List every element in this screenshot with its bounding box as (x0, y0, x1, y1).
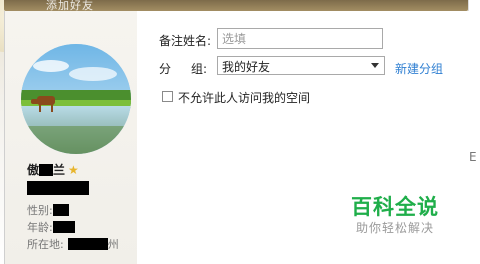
background-window-text: E (469, 150, 477, 164)
watermark-title: 百科全说 (351, 195, 439, 219)
watermark-logo: 百科全说 助你轻松解决 (337, 181, 455, 239)
group-label-char2: 组: (191, 62, 208, 76)
remark-name-input[interactable] (217, 28, 383, 49)
gender-label: 性别: (27, 204, 53, 217)
nickname-start: 傲 (27, 163, 40, 177)
location-end: 州 (107, 238, 119, 251)
settings-panel: 备注姓名: 分 组: 我的好友 新建分组 不允许此人访问我的空间 百科全说 助你… (137, 11, 469, 264)
age-row: 年龄: (27, 219, 75, 235)
location-row: 所在地: 州 (27, 236, 119, 252)
account-id-redacted (27, 181, 89, 195)
redaction-block (52, 221, 75, 233)
gender-row: 性别: (27, 202, 69, 218)
privacy-checkbox-label[interactable]: 不允许此人访问我的空间 (178, 89, 310, 106)
remark-name-label: 备注姓名: (159, 34, 212, 48)
group-select[interactable]: 我的好友 (217, 56, 385, 75)
privacy-checkbox[interactable] (162, 91, 173, 102)
redaction-block (39, 164, 54, 176)
avatar-landscape-image (21, 44, 131, 154)
star-icon: ★ (68, 163, 79, 177)
age-label: 年龄: (27, 221, 53, 234)
nickname-end: 兰 (53, 163, 66, 177)
group-selected-value: 我的好友 (222, 60, 271, 74)
redaction-block (67, 238, 108, 250)
location-label: 所在地: (27, 238, 64, 251)
group-label-char1: 分 (159, 62, 172, 76)
watermark-subtitle: 助你轻松解决 (356, 221, 435, 235)
chevron-down-icon[interactable] (371, 63, 379, 68)
new-group-link[interactable]: 新建分组 (395, 60, 443, 77)
profile-panel: 傲兰 ★ 性别: 年龄: 所在地: 州 (5, 11, 137, 264)
nickname: 傲兰 ★ (27, 161, 79, 178)
window-titlebar[interactable]: 添加好友 (4, 0, 468, 12)
redaction-block (52, 204, 69, 216)
avatar (21, 44, 131, 154)
background-window-edge: E (468, 0, 480, 264)
add-friend-dialog: 傲兰★ 性别: 年龄: 所在地: 州 备注姓名: 分 组: 我的好友 新建分组 不… (4, 11, 469, 264)
